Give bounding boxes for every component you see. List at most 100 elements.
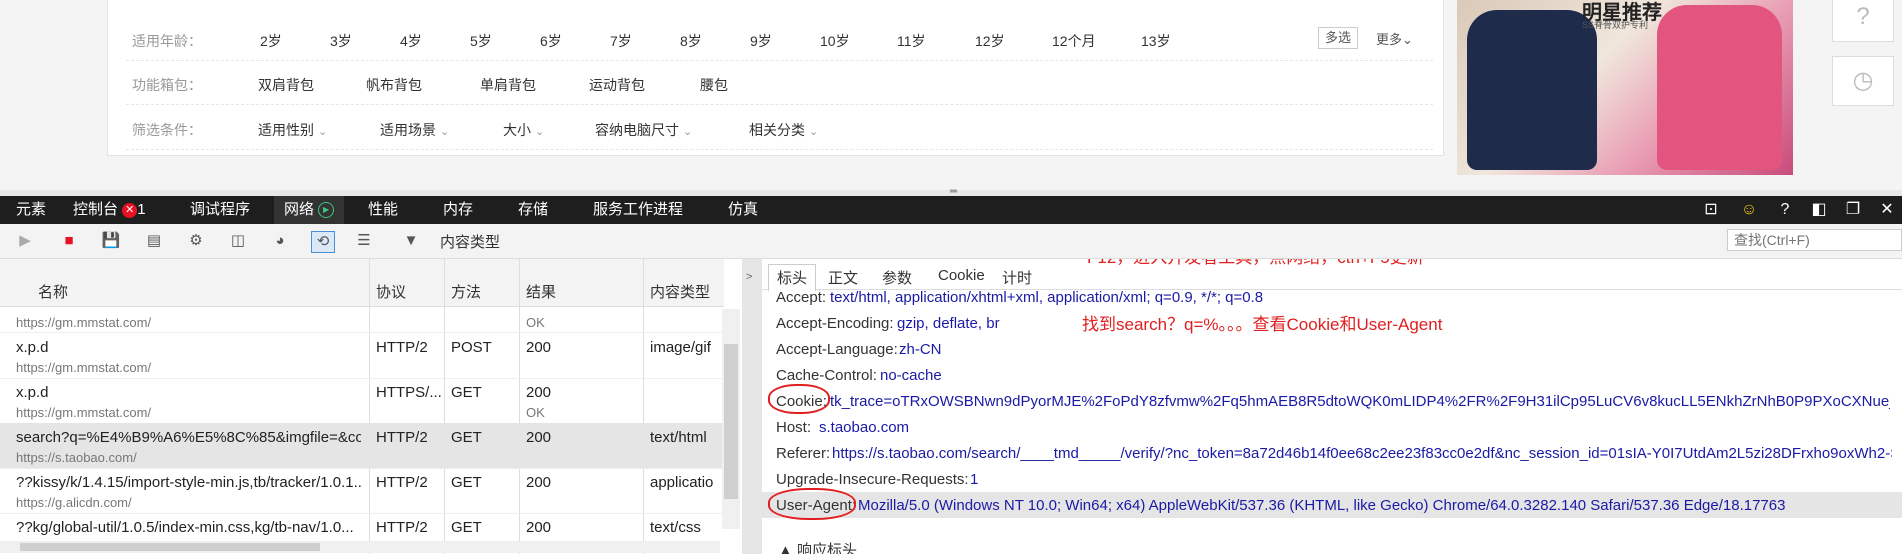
find-input[interactable]: [1727, 229, 1902, 251]
clear-cache-icon[interactable]: ◫: [227, 231, 249, 251]
filter-option[interactable]: 12个月: [1052, 31, 1096, 51]
tab-emulation[interactable]: 仿真: [728, 196, 758, 224]
header-name: Accept-Encoding:: [776, 315, 894, 332]
header-name: Upgrade-Insecure-Requests:: [776, 471, 969, 488]
request-protocol: HTTP/2: [376, 429, 428, 446]
scrollbar-thumb[interactable]: [724, 344, 738, 499]
feedback-smiley-icon[interactable]: ☺: [1738, 200, 1760, 220]
filter-option[interactable]: 2岁: [260, 31, 282, 51]
backpack-navy-image: [1467, 10, 1597, 170]
filter-option[interactable]: 6岁: [540, 31, 562, 51]
backpack-pink-image: [1657, 5, 1782, 170]
header-name: Referer:: [776, 445, 831, 462]
request-name: ??kg/global-util/1.0.5/index-min.css,kg/…: [16, 519, 354, 536]
filter-option[interactable]: 12岁: [975, 31, 1005, 51]
tab-performance[interactable]: 性能: [368, 196, 398, 224]
header-row[interactable]: Host: s.taobao.com: [762, 414, 1902, 440]
filter-option[interactable]: 帆布背包: [366, 75, 422, 95]
header-row[interactable]: Cache-Control: no-cache: [762, 362, 1902, 388]
header-value: https://s.taobao.com/search/____tmd_____…: [832, 445, 1892, 462]
filter-option[interactable]: 10岁: [820, 31, 850, 51]
header-row[interactable]: Accept: text/html, application/xhtml+xml…: [762, 284, 1902, 310]
request-result: 200: [526, 384, 552, 401]
filter-dropdown[interactable]: 容纳电脑尺寸 ⌄: [595, 120, 692, 140]
filter-option[interactable]: 7岁: [610, 31, 632, 51]
header-row[interactable]: Accept-Language: zh-CN: [762, 336, 1902, 362]
filter-dropdown[interactable]: 适用场景 ⌄: [380, 120, 449, 140]
save-icon[interactable]: 💾: [100, 231, 122, 251]
annotation-circle-cookie: [768, 384, 830, 414]
filter-option[interactable]: 3岁: [330, 31, 352, 51]
table-row[interactable]: https://gm.mmstat.com/ OK: [0, 287, 724, 333]
filter-option[interactable]: 腰包: [700, 75, 728, 95]
request-name: ??kissy/k/1.4.15/import-style-min.js,tb/…: [16, 474, 361, 491]
tab-console[interactable]: 控制台 ✕ 1: [73, 196, 146, 224]
close-icon[interactable]: ✕: [1876, 200, 1898, 220]
chevron-right-icon[interactable]: >: [746, 271, 752, 283]
tab-network[interactable]: 网络 ▶: [274, 196, 345, 224]
ad-banner-image[interactable]: 明星推荐 SS脊骨双护专利: [1457, 0, 1793, 175]
tab-storage[interactable]: 存储: [518, 196, 548, 224]
header-row-cookie[interactable]: Cookie: tk_trace=oTRxOWSBNwn9dPyorMJE%2F…: [762, 388, 1902, 414]
chevron-down-icon: ⌄: [1402, 32, 1413, 47]
filter-option[interactable]: 5岁: [470, 31, 492, 51]
response-headers-toggle[interactable]: ▲ 响应标头: [778, 539, 857, 554]
table-row[interactable]: x.p.d https://gm.mmstat.com/ HTTP/2 POST…: [0, 333, 724, 379]
filter-option[interactable]: 13岁: [1141, 31, 1171, 51]
throttle-icon[interactable]: ⚙: [185, 231, 207, 251]
filter-icon[interactable]: ▼: [400, 231, 422, 251]
clear-cookies-icon[interactable]: ◕: [269, 231, 291, 251]
header-row-user-agent[interactable]: User-Agent: Mozilla/5.0 (Windows NT 10.0…: [762, 492, 1902, 518]
filter-option[interactable]: 9岁: [750, 31, 772, 51]
request-type: text/html: [650, 429, 707, 446]
filter-panel: 适用年龄： 2岁 3岁 4岁 5岁 6岁 7岁 8岁 9岁 10岁 11岁 12…: [107, 0, 1444, 156]
undock-icon[interactable]: ❐: [1842, 200, 1864, 220]
request-method: POST: [451, 339, 492, 356]
table-row[interactable]: ??kissy/k/1.4.15/import-style-min.js,tb/…: [0, 468, 724, 514]
filter-dropdown[interactable]: 适用性别 ⌄: [258, 120, 327, 140]
table-row-selected[interactable]: search?q=%E4%B9%A6%E5%8C%85&imgfile=&co.…: [0, 423, 724, 469]
request-protocol: HTTPS/...: [376, 384, 442, 401]
help-button[interactable]: ?: [1832, 0, 1894, 42]
table-row[interactable]: x.p.d https://gm.mmstat.com/ HTTPS/... G…: [0, 378, 724, 424]
pane-divider[interactable]: [742, 259, 762, 554]
filter-dropdown-label: 适用性别: [258, 122, 314, 138]
tab-cookies[interactable]: Cookie: [938, 267, 985, 284]
filter-option[interactable]: 双肩背包: [258, 75, 314, 95]
content-type-filter[interactable]: 内容类型: [440, 231, 500, 252]
header-row[interactable]: Upgrade-Insecure-Requests: 1: [762, 466, 1902, 492]
annotation-circle-user-agent: [768, 488, 856, 520]
dock-side-icon[interactable]: ◧: [1808, 200, 1830, 220]
scrollbar-thumb[interactable]: [20, 543, 320, 551]
play-icon[interactable]: ▶: [14, 231, 36, 251]
filter-option[interactable]: 单肩背包: [480, 75, 536, 95]
import-har-icon[interactable]: ▤: [143, 231, 165, 251]
stop-record-icon[interactable]: ■: [58, 231, 80, 251]
tab-elements[interactable]: 元素: [16, 196, 46, 224]
help-icon[interactable]: ?: [1774, 200, 1796, 220]
annotation-instruction-2: 找到search？q=%。。。查看Cookie和User-Agent: [1082, 315, 1443, 334]
always-refresh-icon[interactable]: ⟲: [311, 231, 335, 253]
filter-dropdown[interactable]: 相关分类 ⌄: [749, 120, 818, 140]
vertical-scrollbar[interactable]: [722, 309, 740, 529]
filter-dropdown[interactable]: 大小 ⌄: [503, 120, 544, 140]
console-drawer-icon[interactable]: ⊡: [1700, 200, 1722, 220]
tab-service-workers[interactable]: 服务工作进程: [593, 196, 683, 224]
filter-option[interactable]: 运动背包: [589, 75, 645, 95]
filter-option[interactable]: 11岁: [897, 31, 926, 51]
filter-option[interactable]: 8岁: [680, 31, 702, 51]
tab-memory[interactable]: 内存: [443, 196, 473, 224]
clear-sessions-icon[interactable]: ☰: [353, 231, 375, 251]
horizontal-scrollbar[interactable]: [0, 541, 720, 553]
ad-subtitle: SS脊骨双护专利: [1582, 20, 1649, 30]
request-type: image/gif: [650, 339, 711, 356]
request-method: GET: [451, 474, 482, 491]
header-value: text/html, application/xhtml+xml, applic…: [830, 289, 1264, 306]
tab-debugger[interactable]: 调试程序: [190, 196, 250, 224]
history-button[interactable]: ◷: [1832, 56, 1894, 106]
header-row[interactable]: Referer: https://s.taobao.com/search/___…: [762, 440, 1902, 466]
request-url: https://gm.mmstat.com/: [16, 315, 152, 330]
more-button[interactable]: 更多⌄: [1376, 29, 1413, 48]
multi-select-button[interactable]: 多选: [1318, 27, 1358, 49]
filter-option[interactable]: 4岁: [400, 31, 422, 51]
